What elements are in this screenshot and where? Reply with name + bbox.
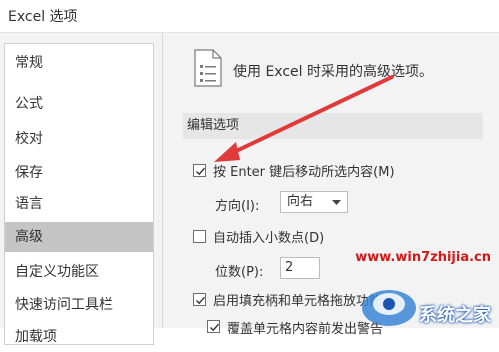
sidebar-item-general[interactable]: 常规 (5, 48, 153, 78)
chevron-down-icon (332, 200, 341, 205)
direction-select-value: 向右 (287, 194, 314, 209)
auto-decimal-checkbox[interactable] (193, 230, 206, 243)
sidebar-item-quick-access-toolbar[interactable]: 快速访问工具栏 (5, 290, 153, 320)
auto-decimal-label: 自动插入小数点(D) (213, 231, 325, 246)
fill-handle-label: 启用填充柄和单元格拖放功能 (213, 294, 383, 309)
fill-handle-checkbox[interactable] (193, 293, 206, 306)
sidebar-item-language[interactable]: 语言 (5, 189, 153, 219)
places-spinner[interactable]: 2 (280, 257, 320, 279)
window-title: Excel 选项 (8, 9, 78, 25)
section-title-editing-options: 编辑选项 (183, 113, 483, 139)
checkmark-icon (196, 296, 206, 305)
sidebar: 常规 公式 校对 保存 语言 高级 自定义功能区 快速访问工具栏 加载项 (4, 43, 154, 345)
sidebar-item-proofing[interactable]: 校对 (5, 124, 153, 154)
pane-header-text: 使用 Excel 时采用的高级选项。 (233, 64, 433, 80)
move-after-enter-label: 按 Enter 键后移动所选内容(M) (213, 165, 395, 180)
places-value: 2 (285, 260, 294, 275)
dialog-body: 常规 公式 校对 保存 语言 高级 自定义功能区 快速访问工具栏 加载项 使用 … (0, 32, 499, 345)
move-after-enter-checkbox[interactable] (193, 164, 206, 177)
sidebar-item-advanced[interactable]: 高级 (5, 222, 153, 252)
document-options-icon (194, 49, 222, 87)
watermark-url: www.win7zhijia.cn (355, 250, 491, 265)
watermark-brand: 系统之家 (419, 305, 491, 326)
places-label: 位数(P): (215, 265, 264, 280)
advanced-options-pane: 使用 Excel 时采用的高级选项。 编辑选项 按 Enter 键后移动所选内容… (163, 33, 499, 337)
checkmark-icon (210, 323, 220, 332)
sidebar-item-formulas[interactable]: 公式 (5, 89, 153, 119)
title-bar: Excel 选项 (0, 0, 499, 32)
direction-label: 方向(I): (215, 199, 260, 214)
watermark-logo-icon (362, 290, 416, 326)
sidebar-item-save[interactable]: 保存 (5, 158, 153, 188)
direction-select[interactable]: 向右 (280, 191, 348, 213)
checkmark-icon (196, 167, 206, 176)
sidebar-item-customize-ribbon[interactable]: 自定义功能区 (5, 257, 153, 287)
